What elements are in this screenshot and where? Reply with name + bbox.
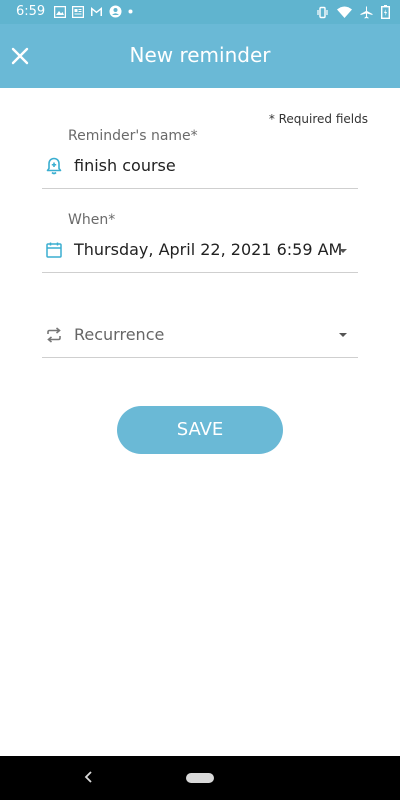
news-icon (72, 5, 84, 18)
required-fields-note: * Required fields (268, 112, 368, 126)
repeat-icon (47, 327, 61, 343)
app-bar: New reminder (0, 24, 400, 88)
save-button[interactable]: SAVE (117, 406, 283, 454)
status-bar: 6:59 (0, 0, 400, 24)
status-time: 6:59 (16, 4, 46, 19)
when-field[interactable]: When* Thursday, April 22, 2021 6:59 AM (42, 212, 358, 273)
gmail-icon (91, 7, 102, 16)
bell-plus-icon (46, 157, 62, 175)
notification-icons (54, 5, 133, 18)
reminder-name-label: Reminder's name* (68, 128, 198, 144)
wifi-icon (337, 6, 352, 18)
when-value: Thursday, April 22, 2021 6:59 AM (74, 240, 343, 259)
page-title: New reminder (129, 43, 271, 67)
calendar-icon (46, 242, 62, 258)
back-icon[interactable] (82, 770, 96, 784)
navigation-bar (0, 756, 400, 800)
recurrence-placeholder: Recurrence (74, 325, 165, 344)
reminder-name-field[interactable]: Reminder's name* finish course (42, 128, 358, 189)
image-icon (54, 5, 66, 18)
reminder-name-value: finish course (74, 156, 176, 175)
system-icons (316, 5, 390, 19)
dot-icon (128, 9, 133, 14)
recurrence-field[interactable]: Recurrence (42, 322, 358, 358)
account-icon (109, 5, 122, 18)
battery-icon (381, 5, 390, 19)
when-label: When* (68, 212, 116, 228)
vibrate-icon (317, 6, 328, 18)
home-pill-button[interactable] (186, 773, 214, 783)
airplane-icon (360, 6, 373, 18)
chevron-down-icon[interactable] (336, 244, 350, 258)
chevron-down-icon[interactable] (336, 328, 350, 342)
